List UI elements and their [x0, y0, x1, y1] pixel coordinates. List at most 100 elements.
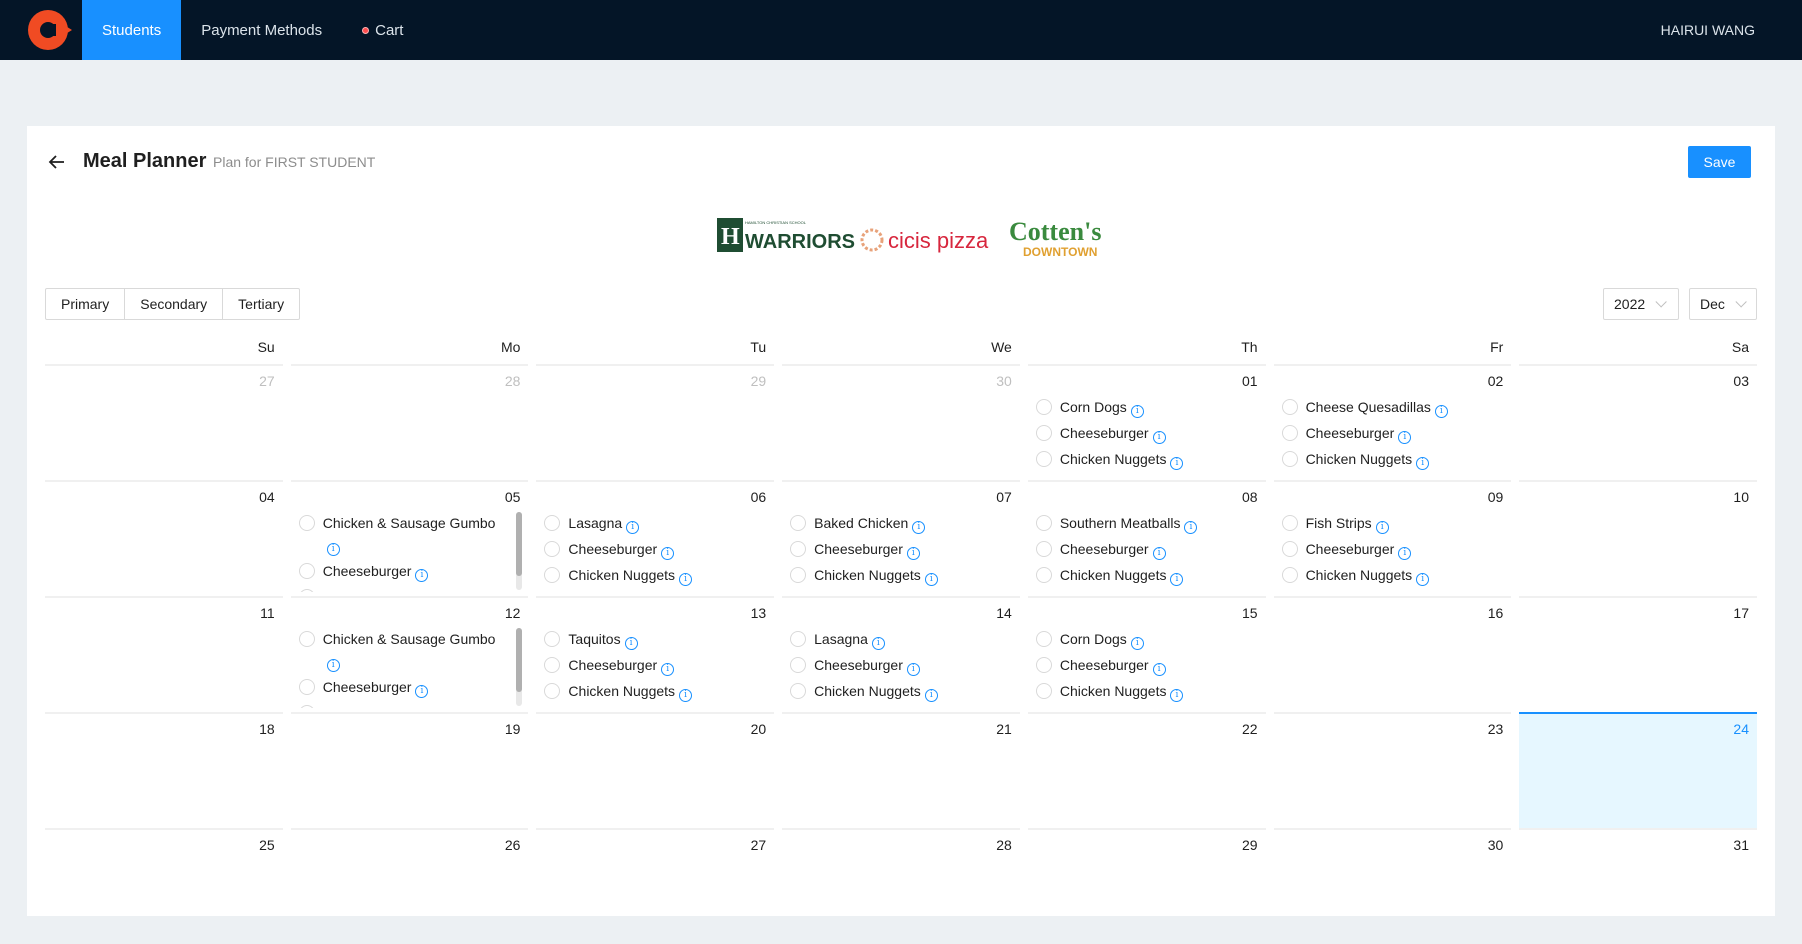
radio-button[interactable] [1281, 541, 1298, 557]
calendar-day[interactable]: 22 [1027, 712, 1266, 828]
calendar-day[interactable]: 27 [536, 828, 775, 944]
nav-students[interactable]: Students [82, 0, 182, 60]
meal-option[interactable]: Chicken Nuggetsi [1035, 448, 1248, 470]
meal-option[interactable]: Cheeseburger i [790, 538, 1002, 560]
radio-button[interactable] [790, 657, 807, 673]
radio-button[interactable] [790, 541, 807, 557]
calendar-day[interactable]: 02 Cheese Quesadillas i Cheeseburger i Chicke… [1273, 364, 1512, 480]
info-icon[interactable]: i [1170, 457, 1184, 470]
calendar-day[interactable]: 28 [782, 828, 1020, 944]
meal-option[interactable]: Chicken Nuggetsi [1281, 448, 1494, 470]
radio-button[interactable] [298, 515, 315, 531]
calendar-day[interactable]: 20 [536, 712, 775, 828]
calendar-day[interactable]: 29 [536, 364, 775, 480]
info-icon[interactable]: i [1152, 663, 1166, 676]
calendar-day[interactable]: 30 [1273, 828, 1512, 944]
radio-button[interactable] [544, 541, 561, 557]
radio-button[interactable] [1281, 515, 1298, 531]
meal-option[interactable]: Chicken Nuggetsi [1035, 680, 1248, 702]
radio-button[interactable] [1035, 399, 1052, 415]
calendar-day[interactable]: 11 [45, 596, 283, 712]
info-icon[interactable]: i [1170, 689, 1184, 702]
radio-button[interactable] [544, 515, 561, 531]
radio-button[interactable] [298, 589, 315, 592]
tab-tertiary[interactable]: Tertiary [223, 289, 299, 319]
info-icon[interactable]: i [415, 685, 429, 698]
info-icon[interactable]: i [924, 689, 938, 702]
info-icon[interactable]: i [1152, 431, 1166, 444]
info-icon[interactable]: i [415, 569, 429, 582]
meal-option[interactable]: Southern Meatballs i [1035, 512, 1248, 534]
meal-option[interactable]: Cheeseburger i [1035, 422, 1248, 444]
info-icon[interactable]: i [326, 659, 340, 672]
radio-button[interactable] [1035, 425, 1052, 441]
scrollbar-thumb[interactable] [516, 628, 523, 692]
radio-button[interactable] [544, 657, 561, 673]
calendar-day[interactable]: 05Chicken & Sausage GumboiCheeseburgeriC… [290, 480, 529, 596]
calendar-day[interactable]: 28 [290, 364, 529, 480]
radio-button[interactable] [790, 567, 807, 583]
calendar-day[interactable]: 18 [45, 712, 283, 828]
info-icon[interactable]: i [326, 543, 340, 556]
calendar-day[interactable]: 17 [1519, 596, 1757, 712]
tab-primary[interactable]: Primary [46, 289, 126, 319]
info-icon[interactable]: i [661, 663, 675, 676]
radio-button[interactable] [790, 631, 807, 647]
calendar-day[interactable]: 30 [782, 364, 1020, 480]
radio-button[interactable] [544, 631, 561, 647]
meal-option[interactable]: Baked Chicken i [790, 512, 1002, 534]
meal-option[interactable]: Cheeseburger i [544, 654, 756, 676]
info-icon[interactable]: i [871, 637, 885, 650]
tab-secondary[interactable]: Secondary [125, 289, 224, 319]
meal-option[interactable]: Chicken & Sausage Gumbo i [298, 512, 511, 556]
calendar-day[interactable]: 31 [1519, 828, 1757, 944]
info-icon[interactable]: i [1130, 405, 1144, 418]
month-select[interactable]: Dec [1689, 288, 1757, 320]
radio-button[interactable] [1035, 541, 1052, 557]
radio-button[interactable] [1281, 451, 1298, 467]
app-logo-icon[interactable] [26, 6, 74, 54]
radio-button[interactable] [790, 515, 807, 531]
meal-option[interactable]: Chicken Nuggetsi [790, 680, 1002, 702]
meal-option[interactable]: Cheeseburger i [1035, 654, 1248, 676]
scrollbar[interactable] [516, 512, 523, 590]
meal-option[interactable]: Chicken Nuggetsi [1035, 564, 1248, 586]
radio-button[interactable] [1035, 683, 1052, 699]
meal-option[interactable]: Fish Strips i [1281, 512, 1494, 534]
radio-button[interactable] [298, 563, 315, 579]
info-icon[interactable]: i [1434, 405, 1448, 418]
save-button[interactable]: Save [1688, 146, 1751, 178]
calendar-day[interactable]: 16 [1273, 596, 1512, 712]
calendar-day[interactable]: 19 [290, 712, 529, 828]
info-icon[interactable]: i [1375, 521, 1389, 534]
meal-option[interactable]: Lasagna i [544, 512, 756, 534]
info-icon[interactable]: i [1152, 547, 1166, 560]
info-icon[interactable]: i [1398, 431, 1412, 444]
meal-option[interactable]: Cheeseburger i [1281, 422, 1494, 444]
meal-option[interactable]: Chicken Nuggetsi [790, 564, 1002, 586]
info-icon[interactable]: i [1416, 573, 1430, 586]
meal-option[interactable]: Chicken Nuggetsi [544, 564, 756, 586]
info-icon[interactable]: i [1416, 457, 1430, 470]
calendar-day[interactable]: 26 [290, 828, 529, 944]
meal-option[interactable]: Cheeseburger i [790, 654, 1002, 676]
calendar-day[interactable]: 09 Fish Strips i Cheeseburger i Chicken Nugge… [1273, 480, 1512, 596]
calendar-day[interactable]: 14 Lasagna i Cheeseburger i Chicken Nuggets i [782, 596, 1020, 712]
meal-option[interactable]: Chicken Nuggetsi [1281, 564, 1494, 586]
meal-option[interactable]: Cheeseburger i [544, 538, 756, 560]
info-icon[interactable]: i [912, 521, 926, 534]
meal-option[interactable]: Chicken Nuggetsi [298, 702, 511, 708]
info-icon[interactable]: i [679, 689, 693, 702]
radio-button[interactable] [1281, 399, 1298, 415]
radio-button[interactable] [298, 631, 315, 647]
radio-button[interactable] [1035, 515, 1052, 531]
scrollbar-thumb[interactable] [516, 512, 523, 576]
info-icon[interactable]: i [661, 547, 675, 560]
year-select[interactable]: 2022 [1603, 288, 1679, 320]
calendar-day-today[interactable]: 24 [1519, 712, 1757, 828]
info-icon[interactable]: i [1398, 547, 1412, 560]
radio-button[interactable] [790, 683, 807, 699]
radio-button[interactable] [1281, 425, 1298, 441]
radio-button[interactable] [544, 567, 561, 583]
radio-button[interactable] [544, 683, 561, 699]
